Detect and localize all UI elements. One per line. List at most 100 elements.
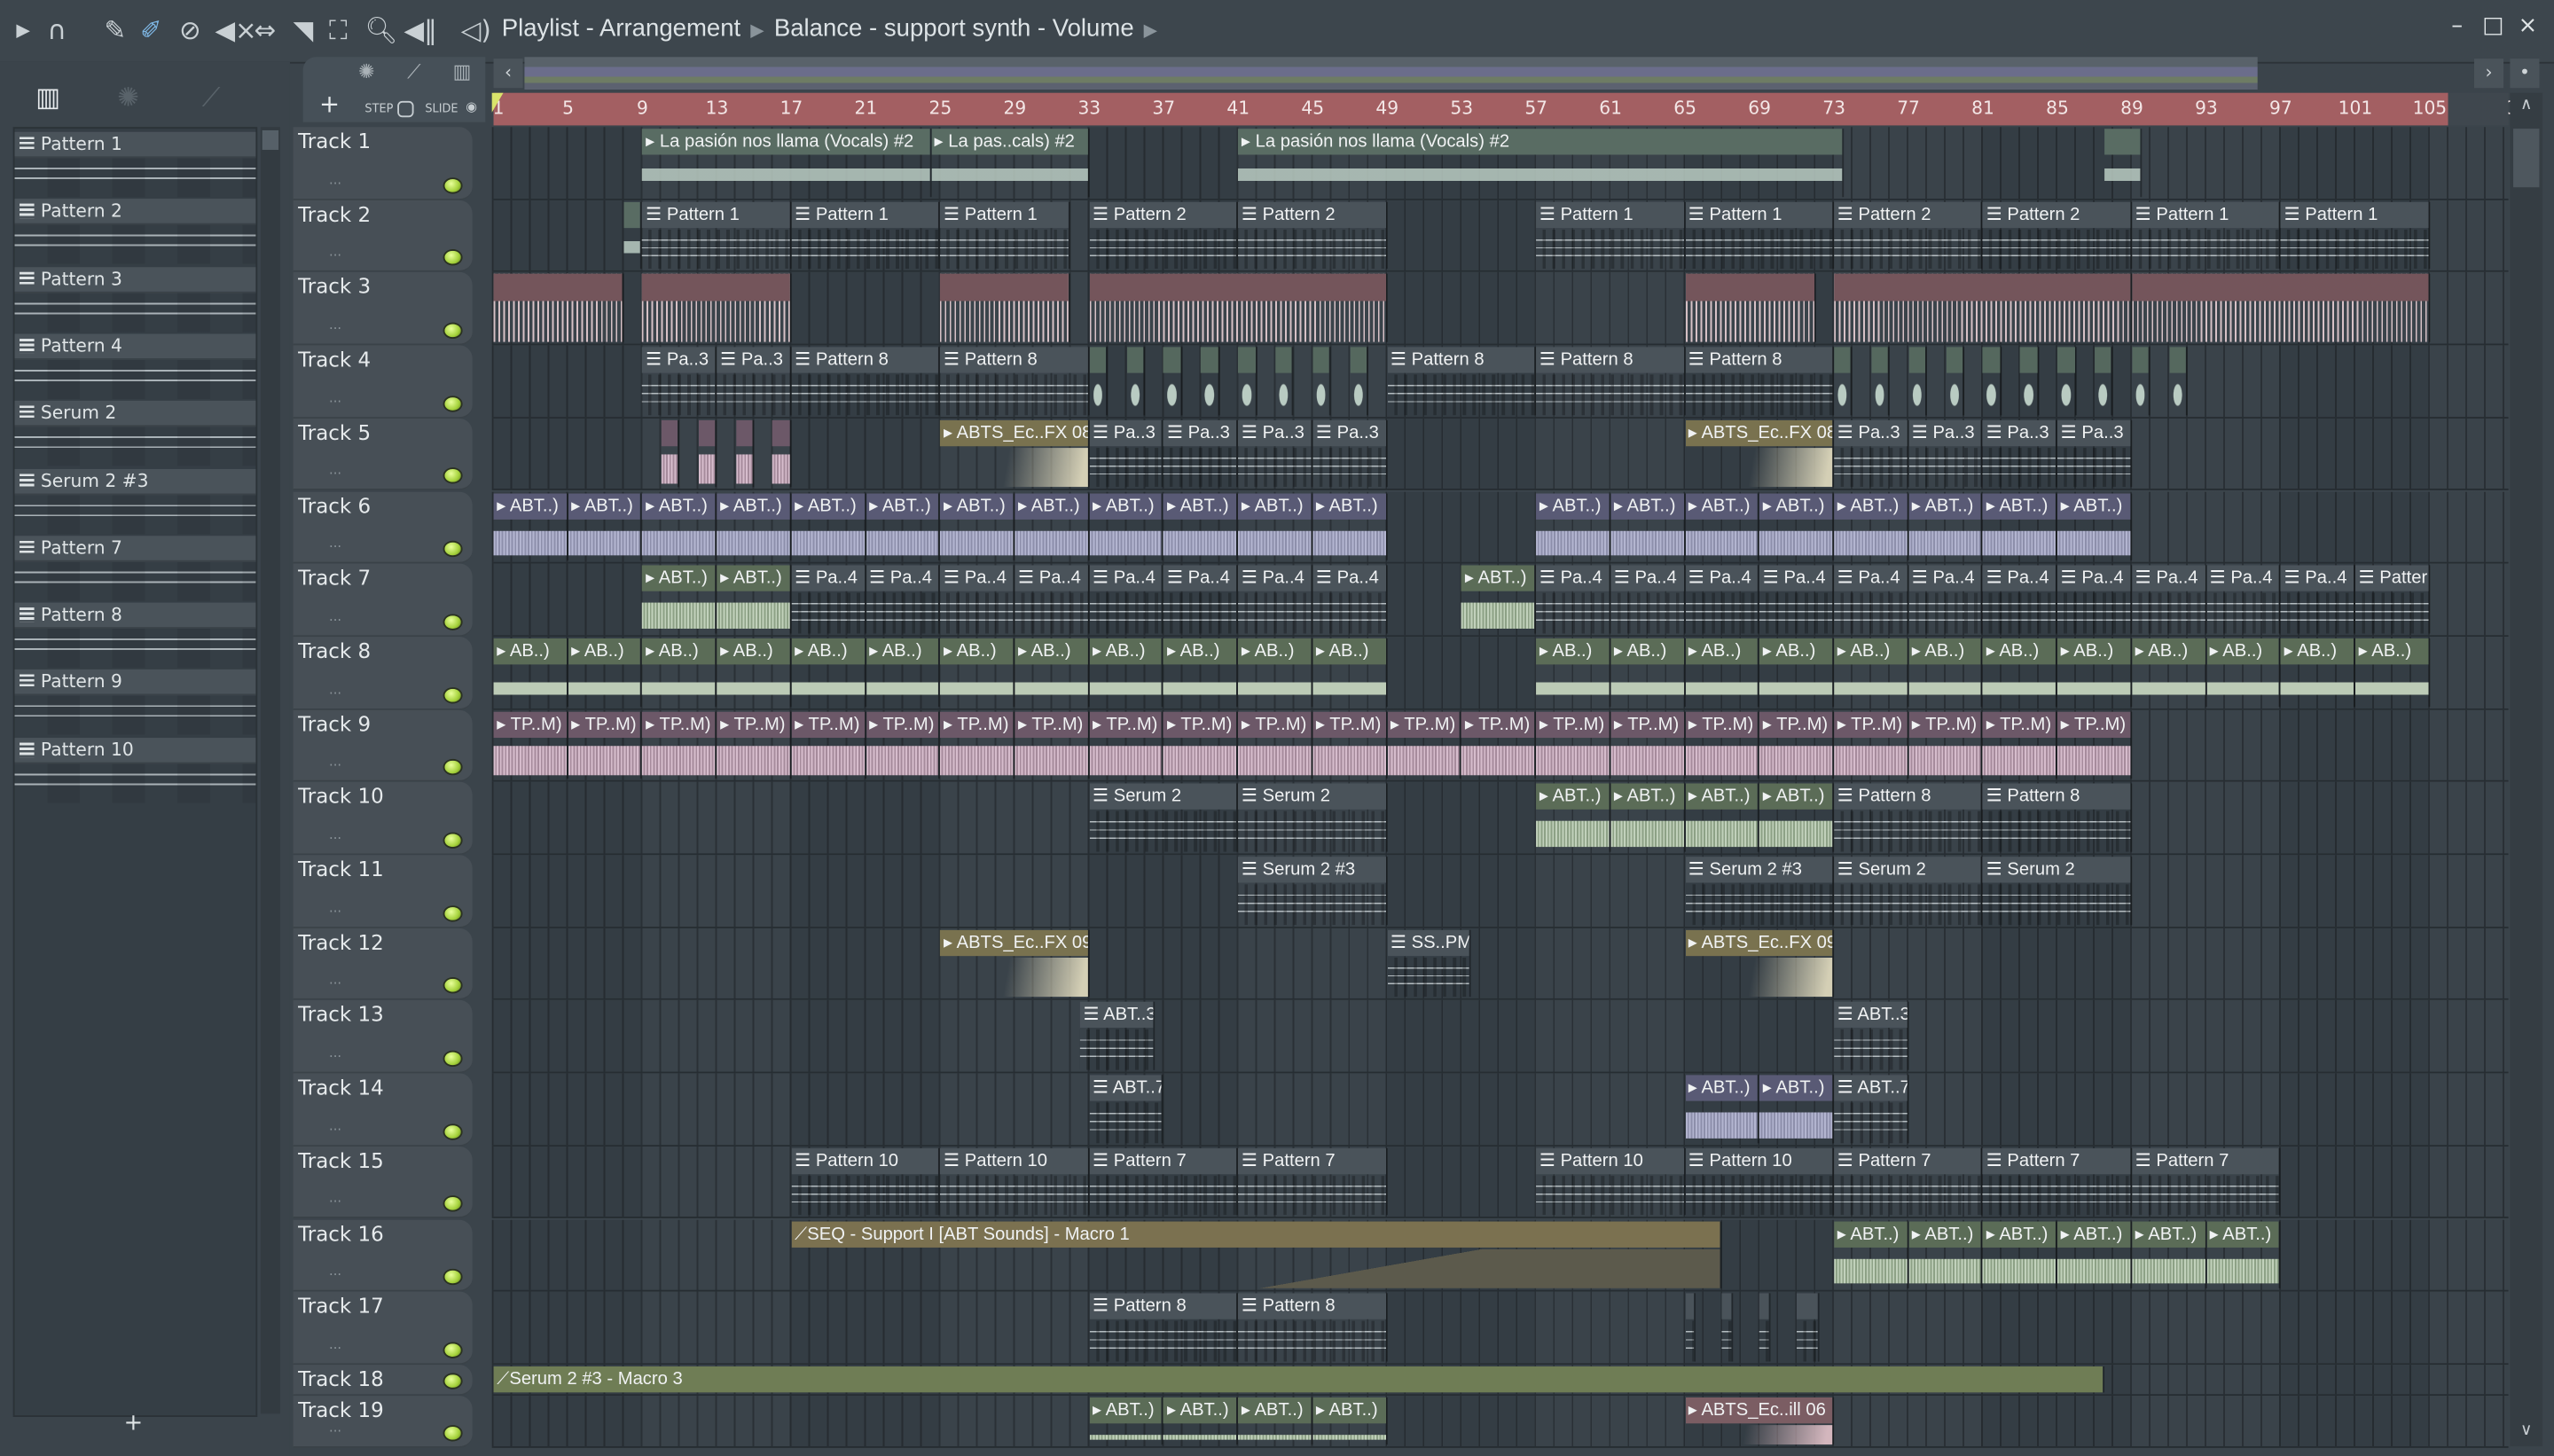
clip-pattern[interactable]: ☰ Pa..4: [1015, 565, 1090, 634]
track-header[interactable]: Track 16...: [293, 1218, 473, 1292]
clip-pattern[interactable]: ☰ Pattern 1: [1536, 201, 1686, 270]
clip-pattern[interactable]: ☰ Pattern 1: [791, 201, 941, 270]
clip-blip[interactable]: [1163, 347, 1183, 415]
pattern-item[interactable]: Pattern 4: [14, 333, 256, 399]
clip-pattern[interactable]: ☰ Serum 2 #3: [1685, 857, 1835, 925]
track-mute-led[interactable]: [443, 977, 463, 995]
clip-green[interactable]: ▸ ABT..): [2131, 1220, 2206, 1289]
clip-tan[interactable]: ▸ ABTS_Ec..FX 09: [940, 929, 1090, 998]
clip-blip[interactable]: [1908, 347, 1928, 415]
clip-blip[interactable]: [1312, 347, 1332, 415]
clip-blip[interactable]: [1871, 347, 1891, 415]
clip-green[interactable]: ▸ ABT..): [1834, 1220, 1909, 1289]
clip-pattern[interactable]: [1759, 1293, 1771, 1362]
clip-green8[interactable]: ▸ AB..): [866, 638, 941, 707]
track-mute-led[interactable]: [443, 541, 463, 558]
clip-purple[interactable]: ▸ ABT..): [1983, 492, 2057, 561]
clip-pink[interactable]: ▸ TP..M): [1387, 710, 1462, 779]
automation-icon[interactable]: ⟋: [202, 82, 221, 114]
scroll-down-icon[interactable]: ∨: [2510, 1421, 2542, 1439]
clip-pattern[interactable]: ☰ Pa..4: [1163, 565, 1239, 634]
maximize-button[interactable]: □: [2482, 13, 2503, 39]
track-lane[interactable]: ▸ ABT..) ▸ ABT..) ▸ ABT..) ▸ ABT..) ▸ ABTS_E…: [491, 1395, 2509, 1448]
clip-pattern[interactable]: ☰ Pattern 2: [1983, 201, 2132, 270]
track-header[interactable]: Track 13...: [293, 1000, 473, 1074]
clip-pattern[interactable]: ☰ Pa..3: [642, 347, 717, 415]
pencil-icon[interactable]: ✎: [105, 15, 127, 48]
clip-pattern[interactable]: ☰ Pattern 1: [642, 201, 792, 270]
speaker-icon[interactable]: ◁): [461, 15, 491, 48]
clip-green8[interactable]: ▸ AB..): [1238, 638, 1313, 707]
clip-purple[interactable]: ▸ ABT..): [1312, 492, 1388, 561]
clip-green8[interactable]: ▸ AB..): [2205, 638, 2281, 707]
clip-green8[interactable]: ▸ AB..): [1908, 638, 1984, 707]
clip-pink[interactable]: ▸ TP..M): [568, 710, 643, 779]
clip-green[interactable]: ▸ ABT..): [1908, 1220, 1984, 1289]
clip-purple[interactable]: ▸ ABT..): [642, 492, 717, 561]
playback-icon[interactable]: ◀‖: [404, 15, 437, 48]
step-toggle[interactable]: [397, 100, 414, 118]
track-lane[interactable]: ☰ Pattern 8 ☰ Pattern 8: [491, 1291, 2509, 1365]
track-header[interactable]: Track 1...: [293, 127, 473, 200]
track-mute-led[interactable]: [443, 1342, 463, 1358]
clip-pattern[interactable]: ☰ Pattern 4: [2354, 565, 2430, 634]
clip-pattern[interactable]: ☰ Pa..3: [1834, 419, 1909, 489]
clip-pattern[interactable]: ☰ Serum 2: [1238, 784, 1388, 852]
clip-purple[interactable]: ▸ ABT..): [717, 492, 792, 561]
track-lane[interactable]: ⟋Serum 2 #3 - Macro 3: [491, 1364, 2509, 1396]
clip-pattern[interactable]: ☰ Pa..3: [1312, 419, 1388, 489]
clip-pink[interactable]: ▸ TP..M): [1685, 710, 1760, 779]
clip-pattern[interactable]: ☰ Pa..4: [1238, 565, 1313, 634]
track-lane[interactable]: ▸ TP..M) ▸ TP..M) ▸ TP..M) ▸ TP..M) ▸ TP..M)…: [491, 709, 2509, 783]
clip-pink[interactable]: ▸ TP..M): [940, 710, 1015, 779]
clip-tan[interactable]: ▸ ABTS_Ec..FX 08: [1685, 419, 1835, 489]
clip-purple[interactable]: ▸ ABT..): [1759, 492, 1835, 561]
clip-pattern[interactable]: ☰ Pattern 10: [791, 1147, 941, 1217]
pattern-item[interactable]: Pattern 10: [14, 737, 256, 802]
clip-purple[interactable]: ▸ ABT..): [1015, 492, 1090, 561]
scroll-up-icon[interactable]: ∧: [2510, 96, 2542, 114]
clip-pattern[interactable]: ☰ ABT..3: [1834, 1002, 1909, 1070]
clip-drum[interactable]: [1685, 274, 1816, 342]
clip-drum[interactable]: [642, 274, 792, 342]
clip-green[interactable]: ▸ ABT..): [1536, 784, 1611, 852]
clip-green8[interactable]: ▸ AB..): [1089, 638, 1164, 707]
track-header[interactable]: Track 4...: [293, 345, 473, 419]
clip-purple[interactable]: ▸ ABT..): [1834, 492, 1909, 561]
pattern-item[interactable]: Pattern 7: [14, 535, 256, 601]
clip-blip[interactable]: [1201, 347, 1220, 415]
track-header[interactable]: Track 6...: [293, 490, 473, 564]
track-mute-led[interactable]: [443, 249, 463, 267]
clip-pattern[interactable]: ☰ Pa..4: [1685, 565, 1760, 634]
clip-pattern[interactable]: ☰ Pa..3: [1983, 419, 2057, 489]
clip-green8[interactable]: ▸ AB..): [2354, 638, 2430, 707]
clip-pattern[interactable]: ☰ Pattern 1: [940, 201, 1071, 270]
track-header[interactable]: Track 8...: [293, 636, 473, 710]
track-mute-led[interactable]: [443, 832, 463, 849]
clip-pink[interactable]: ▸ TP..M): [2057, 710, 2132, 779]
audio-clip-icon[interactable]: ✺: [117, 82, 139, 113]
track-lane[interactable]: ☰ Pattern 1 ☰ Pattern 1 ☰ Pattern 1 ☰ Patte…: [491, 200, 2509, 273]
clip-vocal[interactable]: [623, 201, 643, 270]
delete-icon[interactable]: ⊘: [179, 15, 201, 48]
clip-blip[interactable]: [2094, 347, 2113, 415]
track-header[interactable]: Track 5...: [293, 418, 473, 491]
clip-pattern[interactable]: ☰ Pa..4: [1312, 565, 1388, 634]
track-mute-led[interactable]: [443, 395, 463, 412]
clip-pattern[interactable]: ☰ Pattern 8: [1089, 1293, 1239, 1362]
track-lane[interactable]: ▸ AB..) ▸ AB..) ▸ AB..) ▸ AB..) ▸ AB..) ▸ AB.…: [491, 636, 2509, 710]
clip-green8[interactable]: ▸ AB..): [1834, 638, 1909, 707]
pattern-item[interactable]: Pattern 3: [14, 266, 256, 332]
clip-pattern[interactable]: ☰ Pa..3: [1163, 419, 1239, 489]
clip-green[interactable]: ▸ ABT..): [642, 565, 717, 634]
clip-pattern[interactable]: ☰ Serum 2: [1089, 784, 1239, 852]
clip-tan[interactable]: ▸ ABTS_Ec..FX 09: [1685, 929, 1835, 998]
clip-pink[interactable]: ▸ TP..M): [642, 710, 717, 779]
clip-purple[interactable]: ▸ ABT..): [866, 492, 941, 561]
track-lane[interactable]: ☰ Serum 2 ☰ Serum 2 ▸ ABT..) ▸ ABT..) ▸ ABT.…: [491, 782, 2509, 856]
clip-pattern[interactable]: ☰ Pattern 2: [1238, 201, 1388, 270]
clip-pattern[interactable]: ☰ Pattern 8: [940, 347, 1090, 415]
audio-clip-mode-icon[interactable]: ✺: [358, 60, 374, 83]
track-mute-led[interactable]: [443, 1424, 463, 1442]
clip-pink[interactable]: [772, 419, 792, 489]
